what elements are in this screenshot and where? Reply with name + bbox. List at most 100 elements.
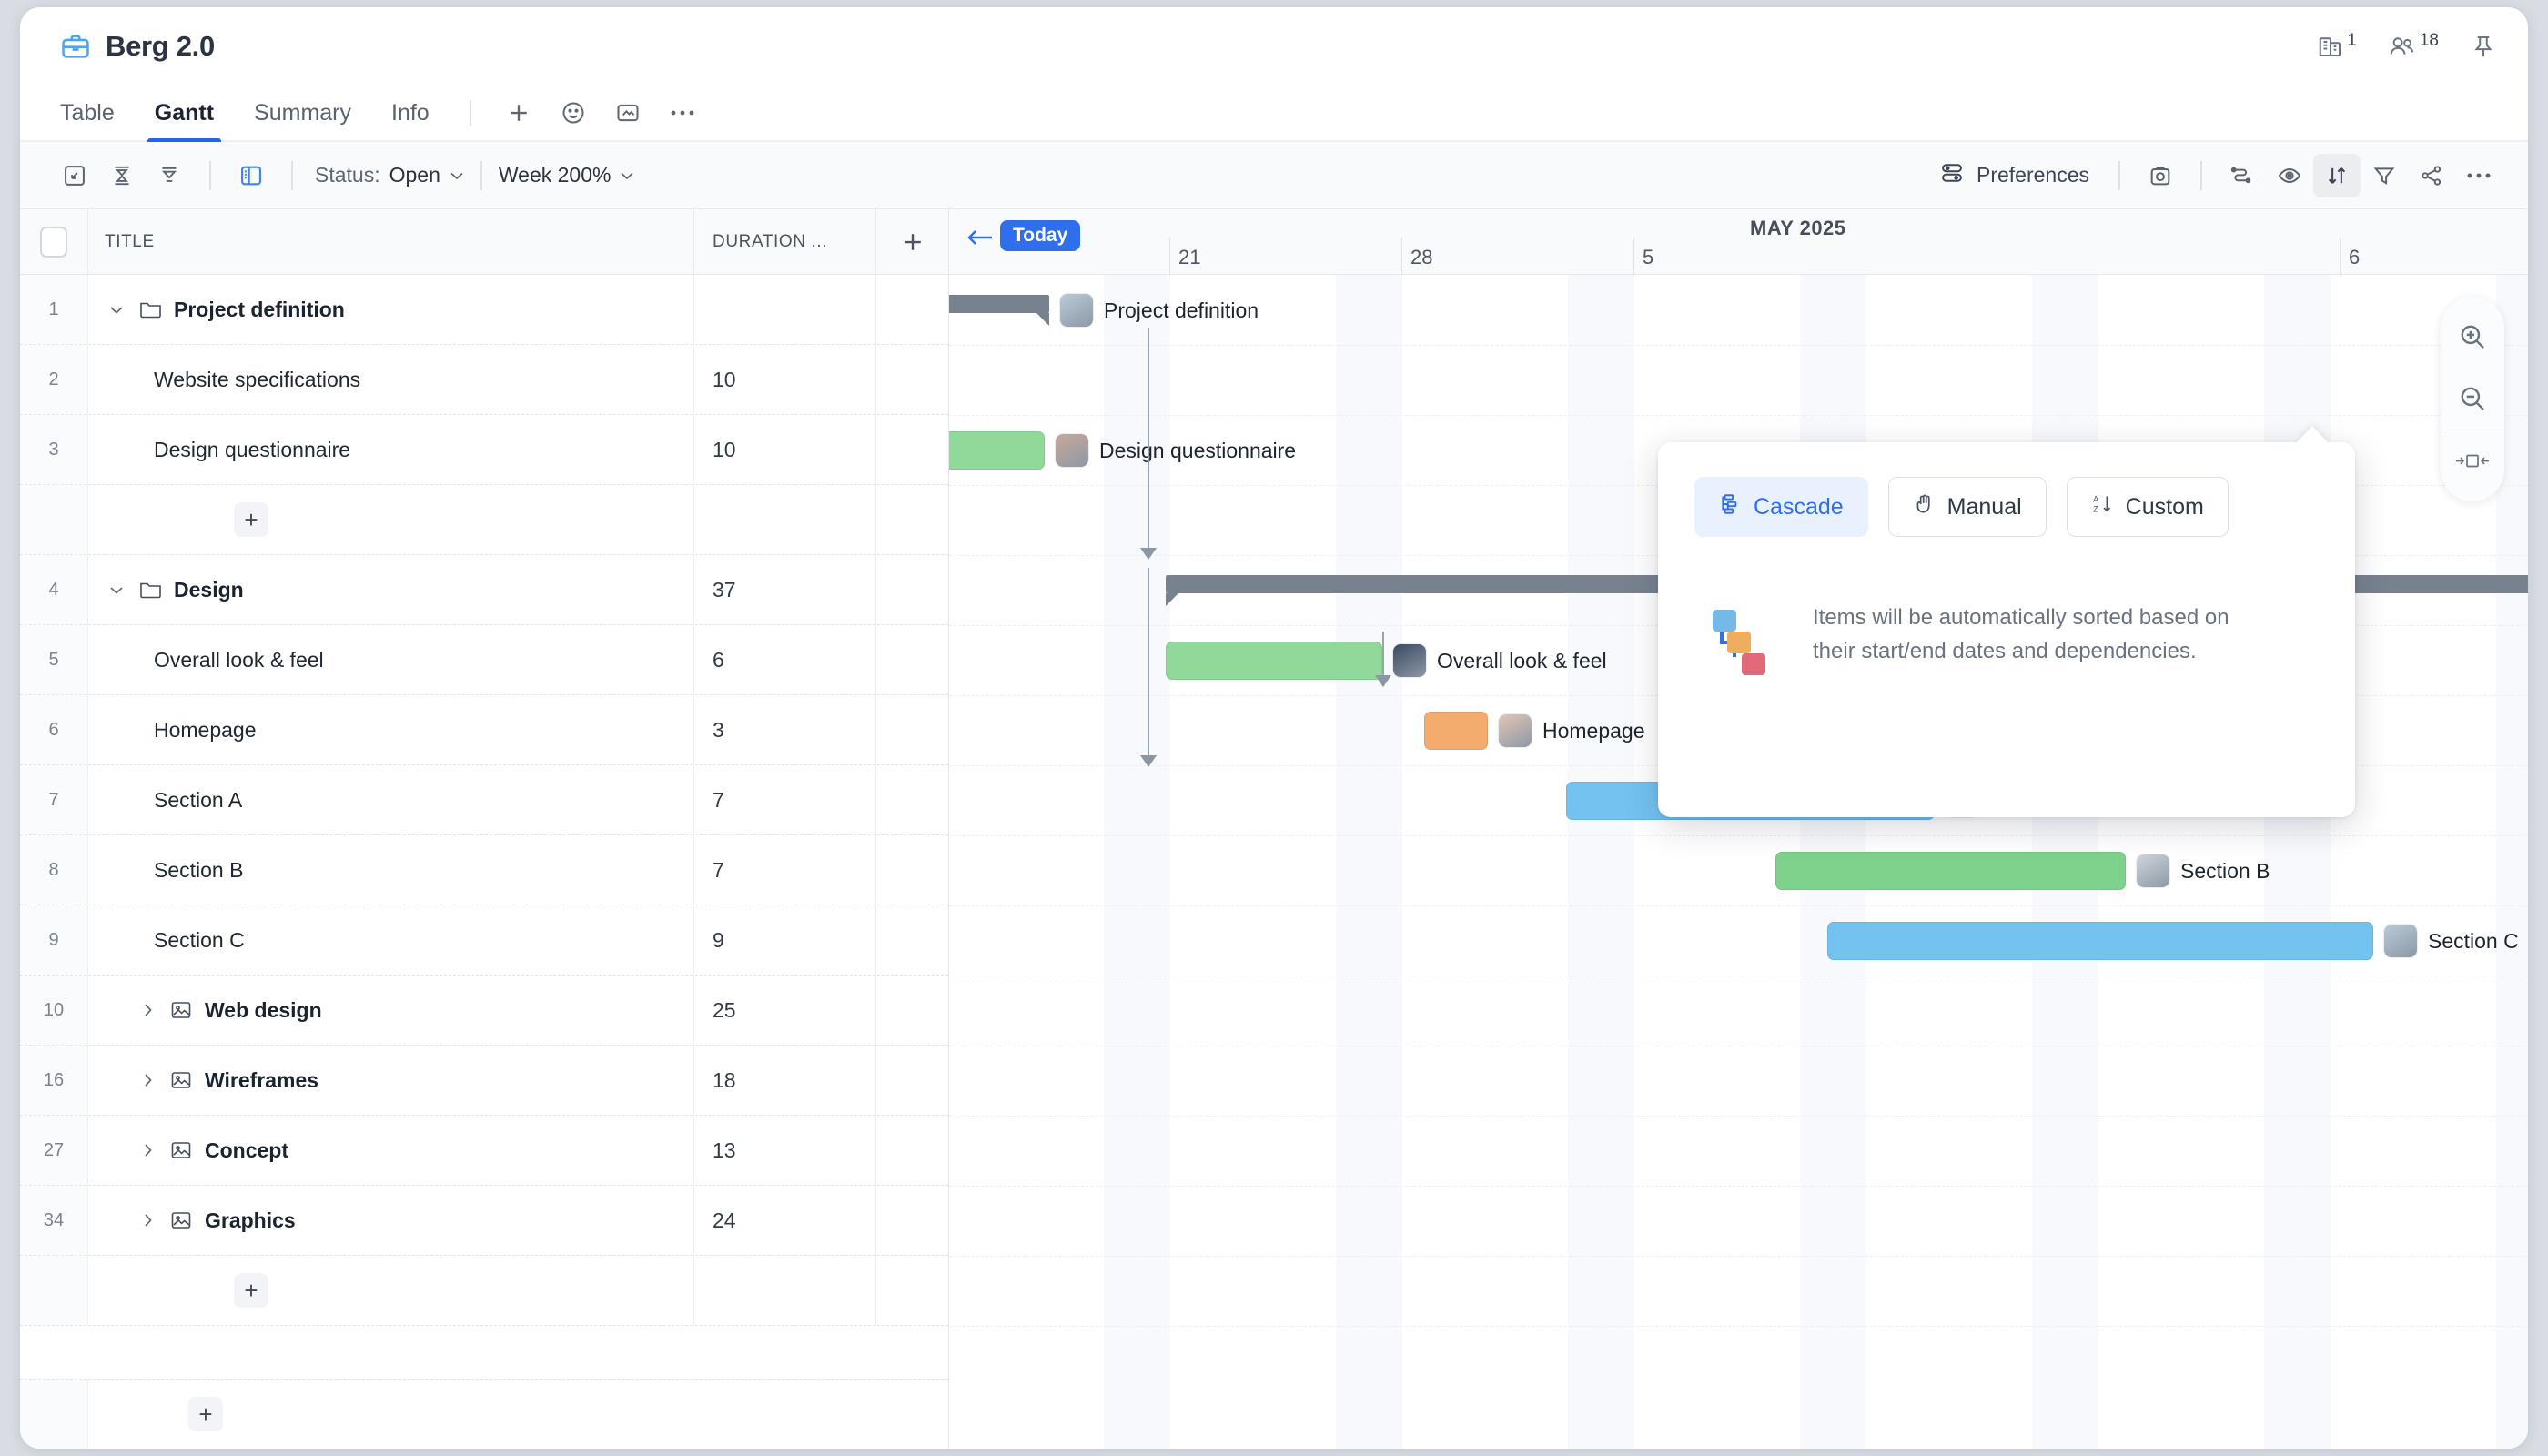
row-title-cell[interactable]: Overall look & feel [87, 625, 693, 694]
row-duration[interactable]: 6 [693, 625, 875, 694]
row-duration[interactable]: 24 [693, 1186, 875, 1255]
company-badge[interactable]: 1 [2317, 31, 2357, 60]
add-tab-icon[interactable] [491, 93, 546, 133]
table-row[interactable]: 5 Overall look & feel 6 [20, 625, 948, 695]
share-icon[interactable] [2408, 154, 2455, 197]
status-filter[interactable]: Status: Open [315, 163, 464, 187]
gantt-bar-label: Homepage [1499, 712, 1645, 750]
gantt-bar[interactable] [1166, 642, 1382, 680]
gantt-bar[interactable] [1827, 922, 2373, 960]
zoom-out-icon[interactable] [2441, 368, 2504, 430]
row-duration[interactable]: 13 [693, 1116, 875, 1185]
emoji-icon[interactable] [546, 93, 601, 133]
row-number: 7 [20, 765, 87, 834]
preferences-button[interactable]: Preferences [1926, 160, 2102, 191]
table-row[interactable]: 34 Graphics 24 [20, 1186, 948, 1256]
table-row[interactable]: 4 Design 37 [20, 555, 948, 625]
add-task-button[interactable]: + [234, 1273, 268, 1308]
gantt-bar[interactable] [1424, 712, 1488, 750]
row-title-cell[interactable]: Section A [87, 765, 693, 834]
row-duration[interactable] [693, 275, 875, 344]
tabs-more-icon[interactable] [655, 93, 710, 133]
column-header-title[interactable]: TITLE [87, 208, 693, 275]
table-row[interactable]: 2 Website specifications 10 [20, 345, 948, 415]
zoom-level-select[interactable]: Week 200% [499, 163, 635, 187]
row-title-cell[interactable]: Section C [87, 905, 693, 975]
add-column-button[interactable] [875, 208, 948, 275]
arrow-left-icon[interactable] [966, 226, 995, 254]
row-title-cell[interactable]: Graphics [87, 1186, 693, 1255]
row-title-cell[interactable]: Web design [87, 976, 693, 1045]
today-button[interactable]: Today [1000, 220, 1081, 251]
row-title-cell[interactable]: Website specifications [87, 345, 693, 414]
row-duration[interactable]: 7 [693, 765, 875, 834]
add-root-task-button[interactable]: + [188, 1397, 223, 1431]
toolbar-more-icon[interactable] [2455, 154, 2502, 197]
row-duration[interactable]: 7 [693, 835, 875, 905]
row-expand-toggle[interactable] [136, 1073, 159, 1087]
panel-toggle-icon[interactable] [228, 154, 275, 197]
row-duration[interactable]: 37 [693, 555, 875, 624]
row-expand-toggle[interactable] [136, 1143, 159, 1158]
row-duration[interactable]: 25 [693, 976, 875, 1045]
row-duration[interactable]: 9 [693, 905, 875, 975]
table-row[interactable]: 7 Section A 7 [20, 765, 948, 835]
row-title-cell[interactable]: Wireframes [87, 1046, 693, 1115]
table-row[interactable]: 8 Section B 7 [20, 835, 948, 905]
row-title-cell[interactable]: Homepage [87, 695, 693, 764]
tab-table[interactable]: Table [60, 85, 135, 141]
row-duration[interactable]: 3 [693, 695, 875, 764]
gantt-row-divider [949, 1186, 2528, 1187]
row-duration[interactable]: 10 [693, 345, 875, 414]
collapse-all-icon[interactable] [98, 154, 146, 197]
tab-info[interactable]: Info [371, 85, 450, 141]
camera-icon[interactable] [2137, 154, 2184, 197]
eye-icon[interactable] [2266, 154, 2313, 197]
table-row[interactable]: 10 Web design 25 [20, 976, 948, 1046]
fit-to-screen-icon[interactable] [2441, 430, 2504, 492]
sort-mode-custom[interactable]: A Z Custom [2066, 477, 2229, 537]
expand-all-icon[interactable] [146, 154, 193, 197]
cascade-icon [1719, 492, 1743, 522]
gantt-bar[interactable] [1775, 852, 2126, 890]
row-title-cell[interactable]: Project definition [87, 275, 693, 344]
gantt-bar[interactable] [949, 431, 1045, 470]
zoom-in-icon[interactable] [2441, 306, 2504, 368]
sort-icon[interactable] [2313, 153, 2361, 197]
add-task-button[interactable]: + [234, 502, 268, 537]
row-extra-cell [875, 765, 948, 834]
row-duration[interactable]: 10 [693, 415, 875, 484]
members-badge[interactable]: 18 [2388, 31, 2439, 60]
baseline-icon[interactable] [2219, 154, 2266, 197]
gantt-bar[interactable] [949, 295, 1049, 326]
row-title-cell[interactable]: Section B [87, 835, 693, 905]
column-header-duration[interactable]: DURATION ... [693, 208, 875, 275]
row-expand-toggle[interactable] [105, 305, 128, 315]
table-row[interactable]: 3 Design questionnaire 10 [20, 415, 948, 485]
pin-icon[interactable] [2470, 33, 2497, 60]
row-title-cell[interactable]: Design questionnaire [87, 415, 693, 484]
table-row[interactable]: 9 Section C 9 [20, 905, 948, 976]
row-expand-toggle[interactable] [136, 1213, 159, 1228]
row-expand-toggle[interactable] [105, 585, 128, 595]
tab-gantt[interactable]: Gantt [135, 85, 234, 143]
row-title-cell[interactable]: Concept [87, 1116, 693, 1185]
row-duration[interactable]: 18 [693, 1046, 875, 1115]
row-expand-toggle[interactable] [136, 1003, 159, 1017]
table-row[interactable]: 27 Concept 13 [20, 1116, 948, 1186]
expand-icon[interactable] [51, 154, 98, 197]
archive-icon[interactable] [601, 93, 655, 133]
sort-mode-manual[interactable]: Manual [1887, 477, 2047, 537]
popup-arrow [2295, 426, 2330, 444]
row-number: 6 [20, 695, 87, 764]
toolbar-divider-1 [209, 160, 211, 190]
sort-mode-cascade[interactable]: Cascade [1694, 477, 1868, 537]
filter-icon[interactable] [2361, 154, 2408, 197]
row-title-cell[interactable]: Design [87, 555, 693, 624]
weekend-shading [1568, 275, 1634, 1449]
table-row[interactable]: 16 Wireframes 18 [20, 1046, 948, 1116]
table-row[interactable]: 1 Project definition [20, 275, 948, 345]
table-row[interactable]: 6 Homepage 3 [20, 695, 948, 765]
select-all-checkbox[interactable] [40, 226, 67, 258]
tab-summary[interactable]: Summary [234, 85, 371, 141]
